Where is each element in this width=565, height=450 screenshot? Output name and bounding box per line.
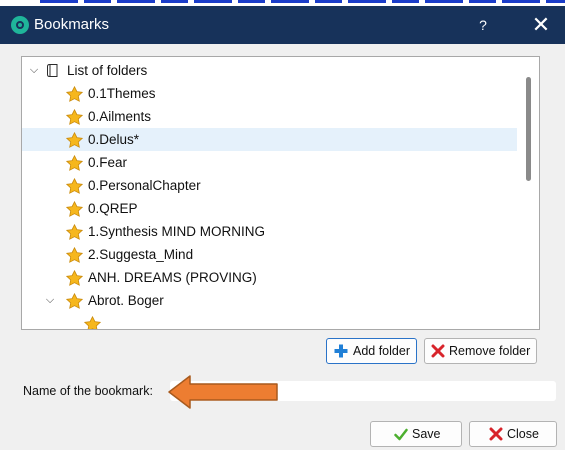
star-icon [66, 86, 83, 102]
bookmark-name-label: Name of the bookmark: [23, 384, 153, 398]
tree-item-label: 0.QREP [88, 201, 138, 216]
tree-root-list-of-folders[interactable]: ⌵ List of folders [22, 59, 517, 82]
star-icon [66, 178, 83, 194]
tree-item[interactable]: ANH. DREAMS (PROVING) [22, 266, 517, 289]
tree-item[interactable]: 0.QREP [22, 197, 517, 220]
tree-item-label: 0.PersonalChapter [88, 178, 201, 193]
tree-item-label: 0.Delus* [88, 132, 140, 147]
tree-root-label: List of folders [67, 63, 148, 78]
tree-item[interactable]: 1.Synthesis MIND MORNING [22, 220, 517, 243]
tree-item-label: 2.Suggesta_Mind [88, 247, 194, 262]
x-close-icon [489, 427, 503, 441]
star-icon [66, 247, 83, 263]
star-icon [66, 270, 83, 286]
remove-folder-button[interactable]: Remove folder [424, 338, 537, 364]
close-window-button[interactable]: ✕ [528, 14, 554, 36]
scrollbar-thumb[interactable] [526, 77, 531, 181]
star-icon [66, 132, 83, 148]
tree-item-label: 0.Ailments [88, 109, 152, 124]
tree-item[interactable]: 0.Fear [22, 151, 517, 174]
star-icon [66, 201, 83, 217]
star-icon [66, 155, 83, 171]
tree-item-label: 0.Fear [88, 155, 128, 170]
tree-item-label: 0.1Themes [88, 86, 156, 101]
save-button[interactable]: Save [370, 421, 462, 447]
x-remove-icon [431, 344, 445, 358]
close-button[interactable]: Close [469, 421, 557, 447]
tree-item[interactable]: 2.Suggesta_Mind [22, 243, 517, 266]
star-icon [66, 109, 83, 125]
star-icon [66, 293, 83, 309]
tree-item-selected[interactable]: 0.Delus* [22, 128, 517, 151]
arrow-left-icon [168, 375, 278, 409]
tree-item-label: 1.Synthesis MIND MORNING [88, 224, 266, 239]
tree-item-partial[interactable] [22, 312, 517, 329]
tree-item-label: Abrot. Boger [88, 293, 164, 308]
folder-tree[interactable]: ⌵ List of folders 0.1Themes 0.Ailments 0… [21, 56, 540, 330]
add-folder-button[interactable]: Add folder [326, 338, 417, 364]
bookmarks-dialog: Bookmarks ? ✕ ⌵ List of folders 0.1Theme… [0, 0, 565, 450]
tree-item[interactable]: 0.PersonalChapter [22, 174, 517, 197]
star-icon [66, 224, 83, 240]
checkmark-icon [394, 428, 408, 441]
star-icon [84, 316, 101, 329]
book-icon [47, 64, 58, 77]
chevron-down-icon[interactable]: ⌵ [44, 289, 56, 312]
tree-item[interactable]: 0.1Themes [22, 82, 517, 105]
app-logo-icon [11, 16, 29, 34]
tree-item[interactable]: 0.Ailments [22, 105, 517, 128]
tree-item-expandable[interactable]: ⌵ Abrot. Boger [22, 289, 517, 312]
tree-scrollbar[interactable] [520, 57, 538, 329]
tree-item-label: ANH. DREAMS (PROVING) [88, 270, 257, 285]
help-button[interactable]: ? [472, 15, 494, 35]
plus-icon [334, 344, 348, 358]
window-title: Bookmarks [34, 16, 110, 33]
title-bar[interactable]: Bookmarks ? ✕ [0, 6, 565, 44]
chevron-down-icon[interactable]: ⌵ [28, 59, 40, 82]
